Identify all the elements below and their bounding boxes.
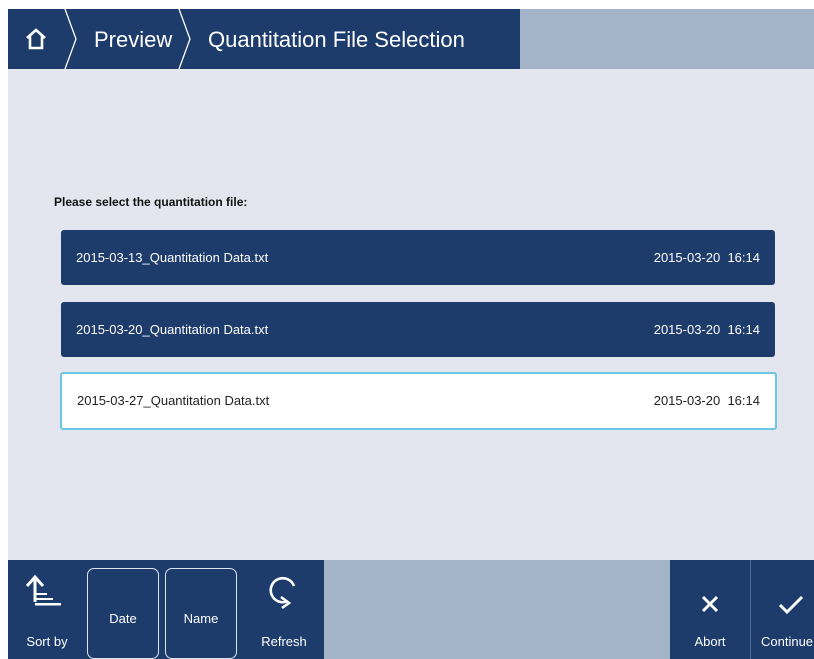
file-selection-panel: Please select the quantitation file: 201… bbox=[8, 69, 814, 560]
file-name: 2015-03-13_Quantitation Data.txt bbox=[76, 250, 269, 265]
header-bar: Preview Quantitation File Selection bbox=[8, 9, 814, 69]
refresh-label: Refresh bbox=[261, 634, 307, 649]
breadcrumb-separator-icon bbox=[64, 9, 77, 69]
file-name: 2015-03-20_Quantitation Data.txt bbox=[76, 322, 269, 337]
refresh-icon bbox=[269, 576, 296, 610]
checkmark-icon bbox=[778, 595, 804, 615]
bottom-toolbar: Sort by Date Name Refresh Abort Continue bbox=[8, 560, 814, 659]
file-list-item-selected[interactable]: 2015-03-27_Quantitation Data.txt 2015-03… bbox=[60, 372, 777, 430]
breadcrumb-item-current: Quantitation File Selection bbox=[208, 27, 465, 52]
abort-label: Abort bbox=[694, 634, 726, 649]
breadcrumb-item-preview[interactable]: Preview bbox=[94, 9, 172, 69]
sort-refresh-group: Sort by Date Name Refresh bbox=[8, 560, 324, 659]
home-button[interactable] bbox=[8, 9, 64, 69]
refresh-button[interactable]: Refresh bbox=[244, 560, 324, 659]
breadcrumb: Preview Quantitation File Selection bbox=[8, 9, 520, 69]
selection-prompt: Please select the quantitation file: bbox=[54, 195, 248, 209]
sort-date-toggle[interactable]: Date bbox=[87, 568, 159, 659]
file-modified-time: 2015-03-20 16:14 bbox=[653, 322, 760, 337]
file-name: 2015-03-27_Quantitation Data.txt bbox=[77, 393, 270, 408]
file-modified-time: 2015-03-20 16:14 bbox=[653, 393, 760, 408]
sort-by-button[interactable]: Sort by bbox=[8, 560, 86, 659]
sort-name-label: Name bbox=[183, 611, 219, 626]
file-list-item[interactable]: 2015-03-13_Quantitation Data.txt 2015-03… bbox=[61, 230, 775, 285]
abort-button[interactable]: Abort bbox=[670, 560, 750, 659]
continue-button[interactable]: Continue bbox=[751, 560, 814, 659]
continue-label: Continue bbox=[761, 634, 814, 649]
file-modified-time: 2015-03-20 16:14 bbox=[653, 250, 760, 265]
sort-date-label: Date bbox=[109, 611, 137, 626]
file-list-item[interactable]: 2015-03-20_Quantitation Data.txt 2015-03… bbox=[61, 302, 775, 357]
sort-ascending-icon bbox=[25, 574, 61, 606]
home-icon bbox=[26, 28, 46, 50]
sort-name-toggle[interactable]: Name bbox=[165, 568, 237, 659]
sort-by-label: Sort by bbox=[26, 634, 68, 649]
close-icon bbox=[701, 595, 719, 613]
breadcrumb-separator-icon bbox=[178, 9, 191, 69]
